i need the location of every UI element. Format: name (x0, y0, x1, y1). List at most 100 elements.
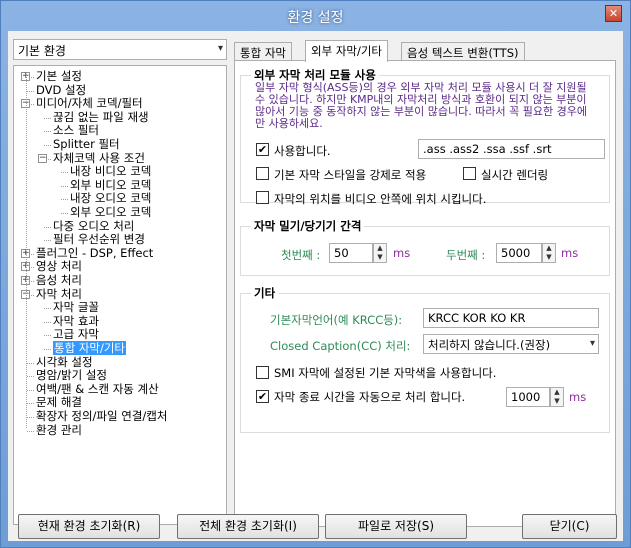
tree-item-label: 외부 오디오 코덱 (70, 205, 152, 219)
preferences-window: 환경 설정 ✕ 기본 환경 ▾ 기본 설정 + DVD 설정 미디어/자체 코덱/필터… (0, 0, 631, 548)
tree-item[interactable]: 영상 처리 (36, 260, 82, 273)
endtime-spinner[interactable]: ▲ ▼ (550, 387, 564, 407)
tree-connector (44, 226, 51, 228)
external-module-group: 외부 자막 처리 모듈 사용 일부 자막 형식(ASS등)의 경우 외부 자막 … (240, 67, 610, 206)
etc-title: 기타 (251, 285, 279, 301)
tree-item[interactable]: 내장 비디오 코덱 (70, 165, 151, 178)
collapse-icon[interactable]: − (38, 153, 47, 163)
tree-item[interactable]: 외부 비디오 코덱 (70, 178, 151, 192)
tree-item-label: 문제 해결 (36, 395, 82, 410)
default-lang-field[interactable]: KRCC KOR KO KR (423, 308, 599, 328)
tree-item-label: 필터 우선순위 변경 (53, 232, 145, 247)
tree-item-label: 통합 자막/기타 (53, 341, 127, 355)
etc-group: 기타 기본자막언어(예 KRCC등): KRCC KOR KO KR Close… (240, 285, 610, 433)
tree-connector (44, 145, 51, 146)
use-module-checkbox[interactable]: ✔ (256, 143, 269, 156)
tree-item[interactable]: 미디어/자체 코덱/필터 (36, 97, 143, 110)
tree-item[interactable]: 통합 자막/기타 (53, 341, 127, 355)
chevron-down-icon: ▾ (217, 43, 223, 54)
tree-item[interactable]: 끊김 없는 파일 재생 (53, 109, 149, 124)
tab-tts[interactable]: 음성 텍스트 변환(TTS) (401, 42, 525, 61)
tree-item-label: 고급 자막 (53, 327, 99, 342)
tree-item[interactable]: 자막 효과 (53, 314, 99, 328)
tree-item-label: 명암/밝기 설정 (36, 368, 108, 383)
first-interval-field[interactable]: 50 (329, 243, 373, 263)
tree-item[interactable]: 필터 우선순위 변경 (53, 233, 145, 246)
inside-video-checkbox[interactable] (256, 191, 269, 204)
tree-item[interactable]: 자막 글꼴 (53, 301, 99, 314)
second-interval-field[interactable]: 5000 (496, 243, 542, 263)
first-interval-spinner[interactable]: ▲ ▼ (373, 243, 387, 263)
tree-connector (61, 172, 68, 174)
chevron-down-icon: ▾ (589, 338, 595, 349)
auto-endtime-checkbox[interactable]: ✔ (256, 390, 269, 403)
save-file-button[interactable]: 파일로 저장(S) (325, 514, 467, 539)
tree-item-label: DVD 설정 (36, 82, 87, 97)
tree-item-label: 음성 처리 (36, 273, 82, 287)
tree-item[interactable]: 다중 오디오 처리 (53, 218, 135, 233)
tree-item[interactable]: 음성 처리 (36, 274, 82, 287)
tree-item-label: 플러그인 - DSP, Effect (36, 245, 154, 260)
preset-combo-value: 기본 환경 (18, 44, 66, 58)
force-style-checkbox[interactable] (256, 167, 269, 180)
title-bar: 환경 설정 ✕ (1, 1, 630, 31)
realtime-render-label: 실시간 렌더링 (481, 168, 549, 182)
second-interval-spinner[interactable]: ▲ ▼ (542, 243, 556, 263)
delay-group: 자막 밀기/당기기 간격 첫번째 : 50 ▲ ▼ ms 두번째 : 5000 ▲… (240, 218, 610, 276)
tree-item-label: 내장 비디오 코덱 (70, 164, 152, 179)
tree-item-label: 다중 오디오 처리 (53, 218, 135, 233)
tree-connector (27, 376, 34, 378)
second-interval-unit: ms (561, 246, 579, 260)
tree-item-label: 끊김 없는 파일 재생 (53, 109, 149, 124)
tree-item-label: 확장자 정의/파일 연결/캡처 (36, 409, 168, 423)
tree-item[interactable]: 소스 필터 (53, 124, 99, 137)
tree-item-label: 환경 관리 (36, 422, 82, 437)
cc-select[interactable]: 처리하지 않습니다.(권장) ▾ (423, 334, 599, 354)
tree-item-label: 영상 처리 (36, 259, 82, 274)
delay-title: 자막 밀기/당기기 간격 (251, 218, 365, 234)
tree-connector (44, 349, 51, 350)
module-warning: 일부 자막 형식(ASS등)의 경우 외부 자막 처리 모듈 사용시 더 잘 지… (255, 81, 587, 130)
tab-external-subtitle[interactable]: 외부 자막/기타 (305, 40, 389, 62)
cc-select-value: 처리하지 않습니다.(권장) (428, 338, 551, 352)
tree-item[interactable]: 외부 오디오 코덱 (70, 206, 151, 219)
first-interval-label: 첫번째 : (281, 248, 321, 262)
client-area: 기본 환경 ▾ 기본 설정 + DVD 설정 미디어/자체 코덱/필터 − 끊김 없는 파… (8, 31, 623, 541)
tree-item[interactable]: 확장자 정의/파일 연결/캡처 (36, 410, 167, 423)
tree-item-label: 소스 필터 (53, 123, 99, 138)
tree-item[interactable]: DVD 설정 (36, 82, 87, 97)
tree-connector (61, 199, 68, 201)
tree-item-label: 기본 설정 (36, 69, 82, 83)
realtime-render-checkbox[interactable] (463, 167, 476, 180)
tree-item-label: 내장 오디오 코덱 (70, 191, 152, 206)
tree-item[interactable]: Splitter 필터 (53, 138, 120, 151)
tree-item[interactable]: 시각화 설정 (36, 355, 93, 369)
tree-item[interactable]: 자체코덱 사용 조건 (53, 150, 145, 165)
tree-item[interactable]: 플러그인 - DSP, Effect (36, 245, 154, 260)
tree-connector (27, 417, 34, 418)
close-icon[interactable]: ✕ (605, 5, 622, 22)
tree-item-label: 자막 글꼴 (53, 300, 99, 315)
tree-item[interactable]: 자막 처리 (36, 287, 82, 301)
smi-color-checkbox[interactable] (256, 366, 269, 379)
settings-tree[interactable]: 기본 설정 + DVD 설정 미디어/자체 코덱/필터 − 끊김 없는 파일 재생 소스 필… (13, 65, 227, 525)
smi-color-label: SMI 자막에 설정된 기본 자막색을 사용합니다. (274, 366, 497, 380)
preset-combo[interactable]: 기본 환경 ▾ (13, 39, 227, 60)
tree-connector (27, 430, 34, 432)
close-button[interactable]: 닫기(C) (522, 514, 617, 539)
extensions-field[interactable]: .ass .ass2 .ssa .ssf .srt (418, 139, 605, 159)
tree-item[interactable]: 내장 오디오 코덱 (70, 192, 151, 205)
reset-current-button[interactable]: 현재 환경 초기화(R) (18, 514, 160, 539)
tree-item[interactable]: 문제 해결 (36, 396, 82, 409)
tree-item-label: 자체코덱 사용 조건 (53, 150, 145, 165)
window-title: 환경 설정 (287, 10, 344, 26)
endtime-field[interactable]: 1000 (506, 387, 550, 407)
tree-item[interactable]: 여백/팬 & 스캔 자동 계산 (36, 382, 159, 396)
tree-guide-line (26, 74, 27, 428)
tree-item[interactable]: 기본 설정 (36, 70, 82, 83)
tree-item[interactable]: 고급 자막 (53, 328, 99, 341)
tree-item[interactable]: 환경 관리 (36, 422, 82, 437)
reset-all-button[interactable]: 전체 환경 초기화(I) (177, 514, 319, 539)
tab-integrated-subtitle[interactable]: 통합 자막 (234, 42, 292, 61)
tree-item[interactable]: 명암/밝기 설정 (36, 369, 107, 382)
